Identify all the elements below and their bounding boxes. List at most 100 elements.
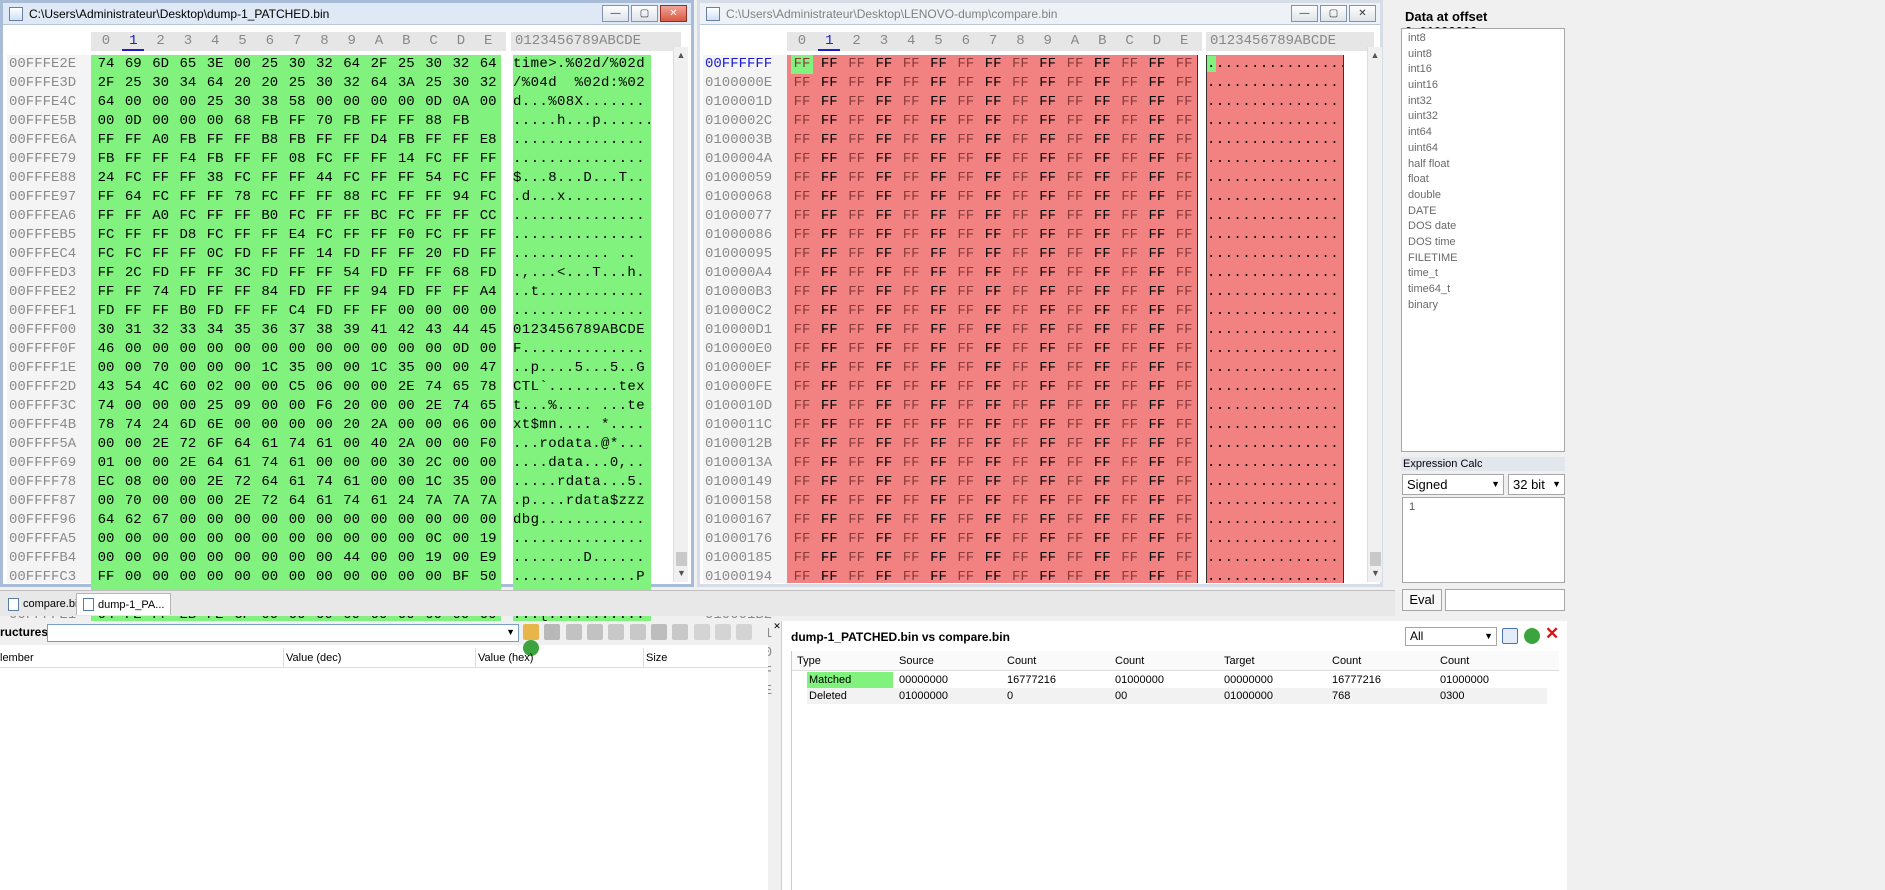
compare-filter-select[interactable]: All ▼	[1405, 627, 1497, 646]
ascii-row[interactable]: d...%08X.......	[513, 93, 651, 112]
hex-byte[interactable]: FF	[1173, 207, 1195, 226]
hex-byte[interactable]: FF	[150, 169, 172, 188]
ascii-row[interactable]: .....rdata...5.	[513, 473, 651, 492]
hex-byte[interactable]: FF	[873, 492, 895, 511]
hex-byte[interactable]: 25	[204, 93, 226, 112]
left-vertical-scrollbar[interactable]: ▲ ▼	[673, 47, 688, 582]
hex-byte[interactable]: 00	[313, 340, 335, 359]
hex-byte[interactable]: FF	[150, 150, 172, 169]
hex-row[interactable]: FF FF FF FF FF FF FF FF FF FF FF FF FF FF FF	[787, 207, 1197, 226]
hex-byte[interactable]: FF	[1173, 340, 1195, 359]
hex-byte[interactable]: FF	[1009, 549, 1031, 568]
hex-byte[interactable]: 00	[395, 397, 417, 416]
hex-byte[interactable]: FF	[95, 188, 117, 207]
inspector-type-double[interactable]: double	[1402, 188, 1564, 204]
hex-byte[interactable]: 14	[313, 245, 335, 264]
hex-byte[interactable]: FF	[450, 150, 472, 169]
hex-byte[interactable]: 00	[341, 530, 363, 549]
hex-byte[interactable]: FF	[1009, 378, 1031, 397]
inspector-type-int8[interactable]: int8	[1402, 31, 1564, 47]
hex-byte[interactable]: FF	[955, 397, 977, 416]
hex-byte[interactable]: FF	[395, 169, 417, 188]
hex-byte[interactable]: 61	[313, 435, 335, 454]
hex-byte[interactable]: 43	[423, 321, 445, 340]
hex-byte[interactable]: FF	[982, 245, 1004, 264]
hex-byte[interactable]: 94	[450, 188, 472, 207]
hex-byte[interactable]: FD	[368, 264, 390, 283]
column-header-count-dec[interactable]: Count	[1007, 651, 1036, 671]
hex-byte[interactable]: B0	[177, 302, 199, 321]
hex-byte[interactable]: FF	[1173, 150, 1195, 169]
hex-byte[interactable]: 00	[122, 340, 144, 359]
hex-byte[interactable]: 00	[177, 359, 199, 378]
right-vertical-scrollbar[interactable]: ▲ ▼	[1367, 47, 1382, 582]
hex-byte[interactable]: 00	[368, 511, 390, 530]
hex-byte[interactable]: FF	[1173, 245, 1195, 264]
hex-byte[interactable]: FF	[928, 302, 950, 321]
hex-byte[interactable]: 00	[313, 549, 335, 568]
hex-byte[interactable]: FF	[1091, 207, 1113, 226]
hex-byte[interactable]: FF	[791, 150, 813, 169]
hex-byte[interactable]: 02	[204, 378, 226, 397]
inspector-type-time_t[interactable]: time_t	[1402, 266, 1564, 282]
hex-byte[interactable]: FF	[846, 55, 868, 74]
hex-byte[interactable]: FF	[1119, 378, 1141, 397]
hex-byte[interactable]: 70	[313, 112, 335, 131]
hex-byte[interactable]: FF	[177, 245, 199, 264]
hex-byte[interactable]: FF	[423, 264, 445, 283]
hex-byte[interactable]: FF	[1091, 150, 1113, 169]
hex-row[interactable]: 2F 25 30 34 64 20 20 25 30 32 64 3A 25 30 32	[91, 74, 501, 93]
hex-byte[interactable]: FF	[818, 93, 840, 112]
hex-byte[interactable]: FB	[395, 131, 417, 150]
hex-byte[interactable]: FF	[791, 131, 813, 150]
hex-byte[interactable]: FF	[1064, 207, 1086, 226]
hex-byte[interactable]: FF	[95, 568, 117, 587]
hex-byte[interactable]: FF	[1119, 397, 1141, 416]
hex-byte[interactable]: 00	[122, 397, 144, 416]
inspector-type-DATE[interactable]: DATE	[1402, 204, 1564, 220]
minimize-button[interactable]: —	[602, 5, 629, 22]
hex-byte[interactable]: 7A	[450, 492, 472, 511]
hex-byte[interactable]: FF	[900, 340, 922, 359]
scroll-up-arrow[interactable]: ▲	[674, 47, 688, 64]
hex-row[interactable]: 00 00 00 00 00 00 00 00 00 00 00 00 0C 00 19	[91, 530, 501, 549]
hex-byte[interactable]: FF	[1037, 359, 1059, 378]
hex-row[interactable]: FF FF FF FF FF FF FF FF FF FF FF FF FF FF FF	[787, 245, 1197, 264]
hex-byte[interactable]: FF	[341, 283, 363, 302]
hex-byte[interactable]: FF	[818, 150, 840, 169]
ascii-row[interactable]: ................	[1207, 55, 1343, 74]
hex-byte[interactable]: FF	[1173, 492, 1195, 511]
hex-byte[interactable]: FF	[1173, 568, 1195, 583]
hex-byte[interactable]: FF	[1009, 74, 1031, 93]
hex-byte[interactable]: FF	[477, 226, 499, 245]
hex-byte[interactable]: FF	[1173, 454, 1195, 473]
hex-byte[interactable]: FF	[791, 283, 813, 302]
hex-byte[interactable]: FF	[791, 435, 813, 454]
hex-byte[interactable]: FF	[846, 302, 868, 321]
hex-byte[interactable]: FC	[122, 169, 144, 188]
hex-byte[interactable]: FF	[1037, 55, 1059, 74]
hex-row[interactable]: FF FF FF FF FF FF FF FF FF FF FF FF FF FF FF	[787, 416, 1197, 435]
hex-byte[interactable]: 00	[395, 93, 417, 112]
hex-byte[interactable]: FF	[1173, 169, 1195, 188]
hex-byte[interactable]: 00	[95, 359, 117, 378]
hex-byte[interactable]: 00	[477, 340, 499, 359]
hex-byte[interactable]: F0	[395, 226, 417, 245]
hex-byte[interactable]: FF	[1091, 549, 1113, 568]
hex-byte[interactable]: FF	[818, 283, 840, 302]
hex-byte[interactable]: 00	[450, 511, 472, 530]
hex-byte[interactable]: FF	[313, 188, 335, 207]
hex-byte[interactable]: FF	[1009, 112, 1031, 131]
hex-byte[interactable]: FF	[846, 188, 868, 207]
hex-byte[interactable]: FF	[955, 359, 977, 378]
hex-byte[interactable]: FF	[982, 530, 1004, 549]
hex-byte[interactable]: FF	[900, 131, 922, 150]
hex-byte[interactable]: FF	[955, 283, 977, 302]
hex-byte[interactable]: FF	[1037, 549, 1059, 568]
hex-byte[interactable]: FC	[395, 207, 417, 226]
hex-byte[interactable]: FF	[1119, 530, 1141, 549]
hex-byte[interactable]: 32	[450, 55, 472, 74]
hex-byte[interactable]: FF	[982, 454, 1004, 473]
hex-byte[interactable]: 00	[477, 511, 499, 530]
hex-byte[interactable]: 2A	[368, 416, 390, 435]
